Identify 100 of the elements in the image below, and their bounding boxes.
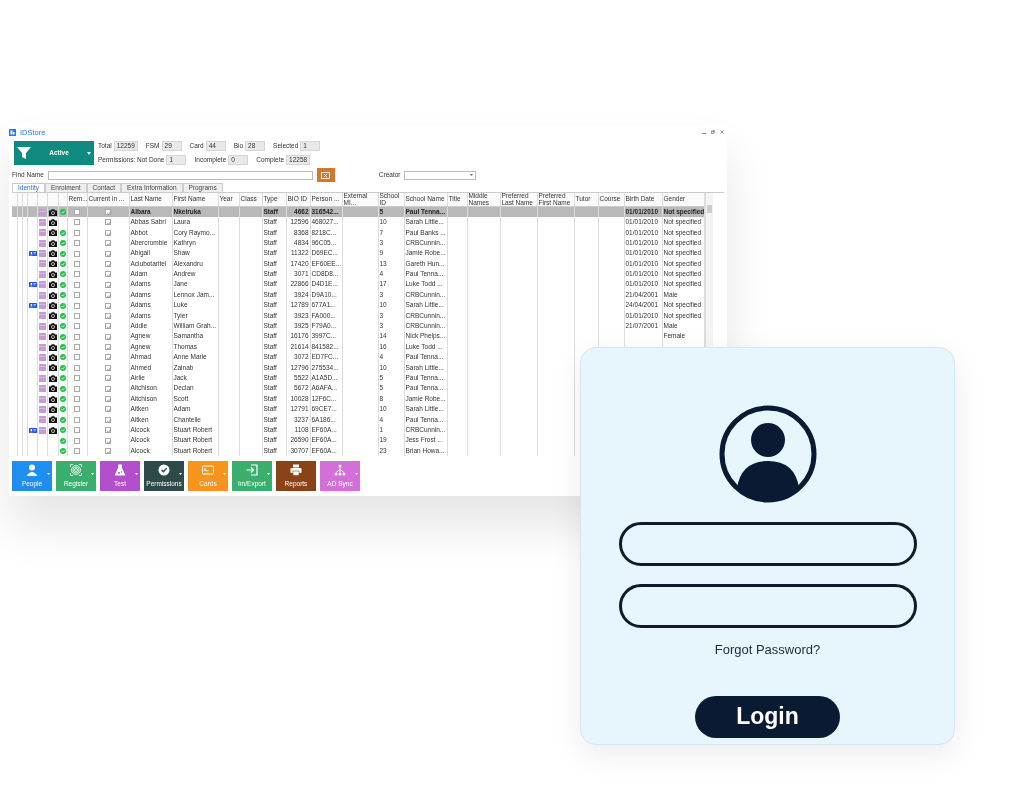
camera-icon: [48, 385, 57, 393]
checkbox[interactable]: [105, 344, 111, 351]
checkbox[interactable]: [105, 209, 111, 216]
checkbox[interactable]: [105, 323, 111, 330]
checkbox[interactable]: [105, 219, 111, 226]
user-avatar-icon: [718, 405, 817, 503]
camera-icon: [48, 260, 57, 268]
camera-icon: [48, 405, 57, 413]
checkbox[interactable]: [74, 219, 80, 226]
card-icon: [38, 270, 46, 278]
checkbox[interactable]: [74, 427, 80, 434]
checkbox[interactable]: [105, 292, 111, 299]
checkbox[interactable]: [105, 364, 111, 371]
checkbox[interactable]: [74, 209, 80, 216]
checkbox[interactable]: [74, 385, 80, 392]
checkbox[interactable]: [74, 302, 80, 309]
checkbox[interactable]: [74, 406, 80, 413]
restore-icon[interactable]: [711, 130, 715, 134]
checkbox[interactable]: [105, 281, 111, 288]
checkbox[interactable]: [74, 437, 80, 444]
check-icon: [59, 281, 66, 288]
id-badge-icon: [28, 282, 37, 288]
camera-icon: [48, 291, 57, 299]
id-badge-icon: [28, 303, 37, 309]
check-icon: [59, 427, 66, 434]
checkbox[interactable]: [74, 281, 80, 288]
card-icon: [38, 322, 46, 330]
camera-icon: [48, 208, 57, 216]
checkbox[interactable]: [105, 354, 111, 361]
camera-icon: [48, 353, 57, 361]
card-icon: [38, 395, 46, 403]
forgot-password-link[interactable]: Forgot Password?: [714, 640, 821, 660]
checkbox[interactable]: [74, 416, 80, 423]
camera-icon: [48, 239, 57, 247]
checkbox[interactable]: [74, 312, 80, 319]
checkbox[interactable]: [74, 375, 80, 382]
check-icon: [59, 406, 66, 413]
camera-icon: [48, 343, 57, 351]
checkbox[interactable]: [105, 229, 111, 236]
checkbox[interactable]: [74, 396, 80, 403]
checkbox[interactable]: [74, 250, 80, 257]
checkbox[interactable]: [74, 323, 80, 330]
camera-icon: [48, 229, 57, 237]
camera-icon: [48, 395, 57, 403]
checkbox[interactable]: [105, 375, 111, 382]
check-icon: [59, 396, 66, 403]
password-field[interactable]: [618, 584, 917, 628]
card-icon: [38, 385, 46, 393]
checkbox[interactable]: [105, 448, 111, 454]
card-icon: [38, 364, 46, 372]
checkbox[interactable]: [105, 437, 111, 444]
checkbox[interactable]: [105, 416, 111, 423]
checkbox[interactable]: [105, 385, 111, 392]
card-icon: [38, 208, 46, 216]
camera-icon: [48, 374, 57, 382]
close-icon[interactable]: [720, 130, 724, 134]
card-icon: [38, 250, 46, 258]
hierarchy-icon: [334, 464, 346, 477]
checkbox[interactable]: [105, 250, 111, 257]
checkbox[interactable]: [105, 312, 111, 319]
card-icon: [38, 416, 46, 424]
checkbox[interactable]: [105, 427, 111, 434]
clear-button[interactable]: [316, 168, 335, 182]
find-name-field[interactable]: [47, 170, 313, 180]
checkbox[interactable]: [105, 240, 111, 247]
checkbox[interactable]: [105, 406, 111, 413]
caret-icon: [87, 151, 91, 155]
check-icon: [59, 209, 66, 216]
funnel-icon: [17, 146, 31, 160]
checkbox[interactable]: [74, 260, 80, 267]
checkbox[interactable]: [74, 364, 80, 371]
checkbox[interactable]: [105, 396, 111, 403]
minimize-icon[interactable]: [702, 130, 706, 134]
check-icon: [59, 385, 66, 392]
card-icon: [38, 405, 46, 413]
checkbox[interactable]: [74, 448, 80, 454]
checkbox[interactable]: [74, 333, 80, 340]
checkbox[interactable]: [74, 354, 80, 361]
check-icon: [59, 344, 66, 351]
checkbox[interactable]: [74, 292, 80, 299]
caret-icon: [470, 174, 474, 176]
checkbox[interactable]: [74, 240, 80, 247]
checkbox[interactable]: [74, 229, 80, 236]
card-icon: [38, 291, 46, 299]
checkbox[interactable]: [105, 302, 111, 309]
username-field[interactable]: [618, 522, 917, 566]
camera-icon: [48, 322, 57, 330]
card-icon: [38, 218, 46, 226]
camera-icon: [48, 416, 57, 424]
creator-dropdown[interactable]: [404, 170, 477, 180]
checkbox[interactable]: [105, 333, 111, 340]
login-button[interactable]: Login: [695, 695, 840, 738]
scrollbar-thumb[interactable]: [706, 204, 712, 213]
check-icon: [59, 250, 66, 257]
checkbox[interactable]: [105, 271, 111, 278]
checkbox[interactable]: [105, 260, 111, 267]
import-icon: [246, 464, 258, 477]
checkbox[interactable]: [74, 344, 80, 351]
check-icon: [59, 292, 66, 299]
checkbox[interactable]: [74, 271, 80, 278]
